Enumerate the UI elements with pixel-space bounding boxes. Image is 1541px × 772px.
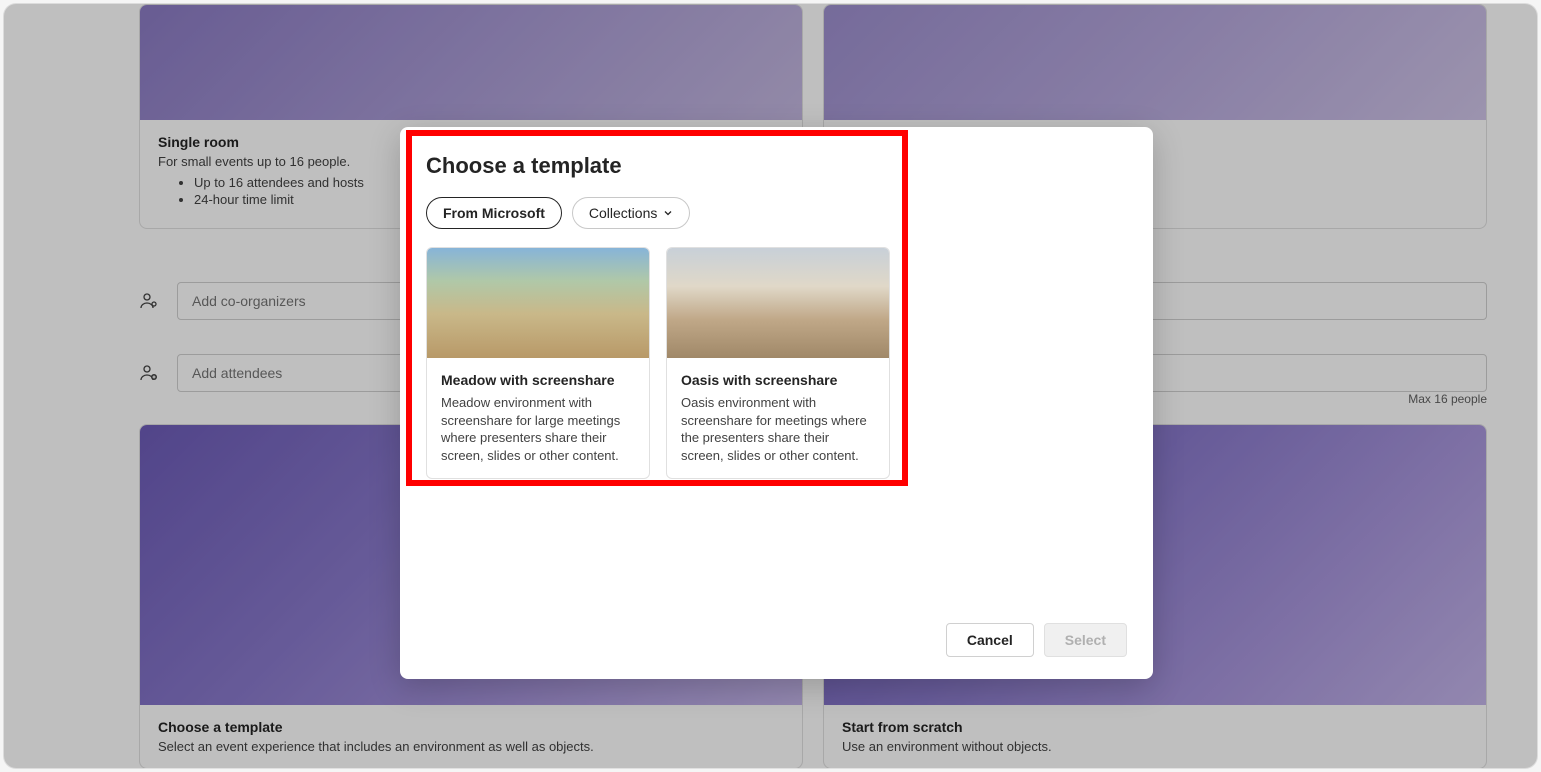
chip-collections[interactable]: Collections [572,197,690,229]
template-meadow-image [427,248,649,358]
template-meadow-title: Meadow with screenshare [441,372,635,388]
chip-from-microsoft-label: From Microsoft [443,205,545,221]
cancel-button-label: Cancel [967,632,1013,648]
select-button: Select [1044,623,1127,657]
cancel-button[interactable]: Cancel [946,623,1034,657]
template-oasis-desc: Oasis environment with screenshare for m… [681,394,875,464]
template-oasis[interactable]: Oasis with screenshare Oasis environment… [666,247,890,479]
template-oasis-image [667,248,889,358]
modal-title: Choose a template [426,153,1127,179]
chip-from-microsoft[interactable]: From Microsoft [426,197,562,229]
chip-collections-label: Collections [589,205,657,221]
template-meadow[interactable]: Meadow with screenshare Meadow environme… [426,247,650,479]
template-meadow-desc: Meadow environment with screenshare for … [441,394,635,464]
chevron-down-icon [663,208,673,218]
template-oasis-title: Oasis with screenshare [681,372,875,388]
select-button-label: Select [1065,632,1106,648]
choose-template-modal: Choose a template From Microsoft Collect… [400,127,1153,679]
